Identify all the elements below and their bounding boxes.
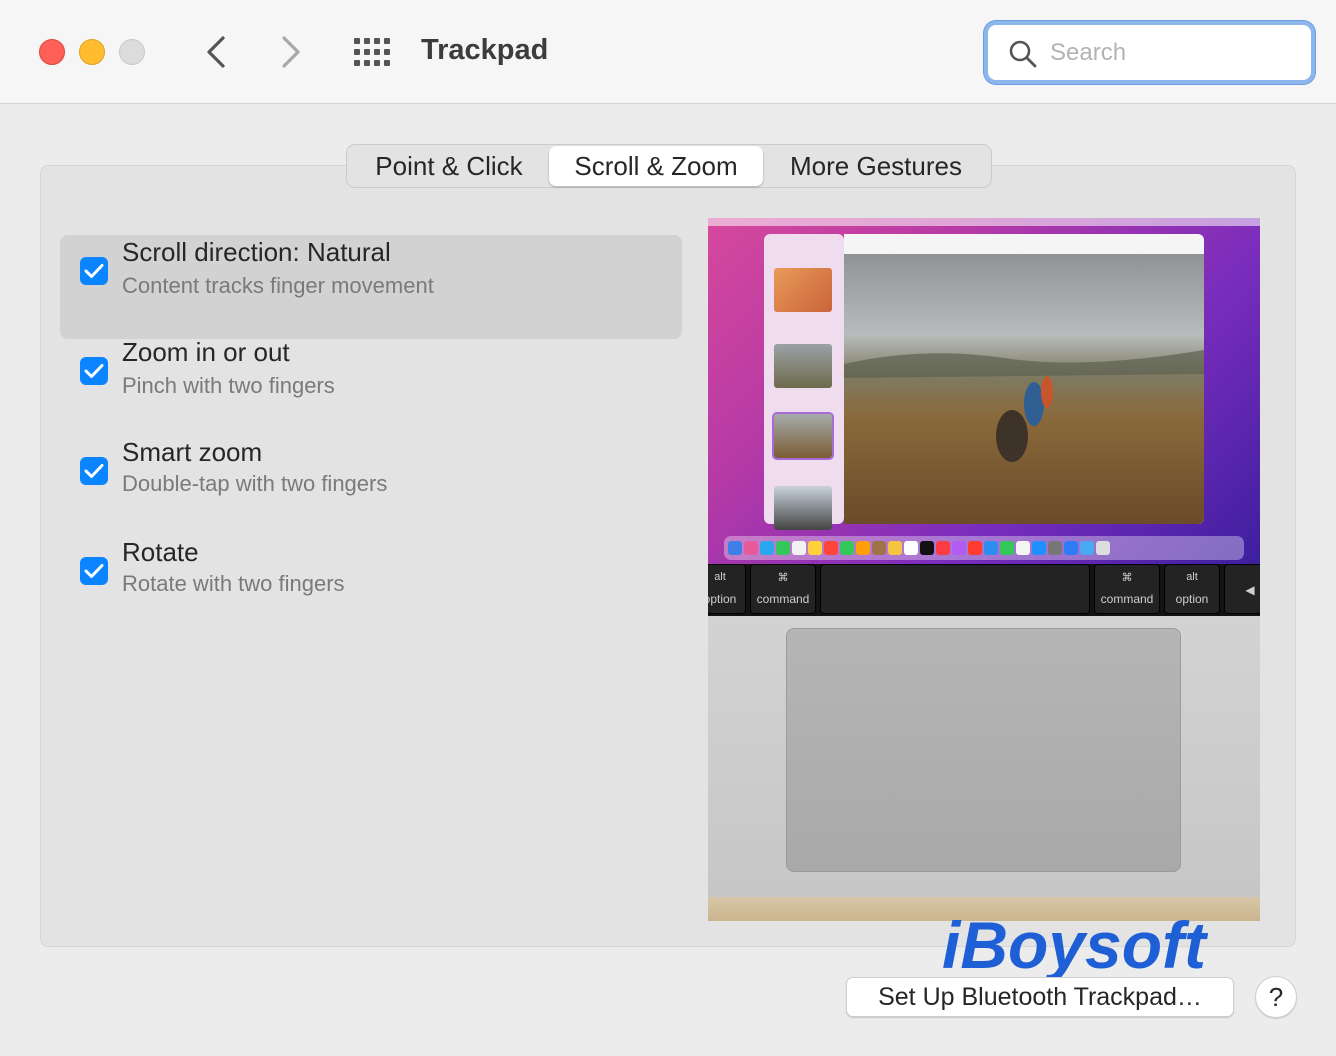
scroll-direction-checkbox[interactable] (80, 257, 108, 285)
chevron-left-icon (207, 36, 225, 68)
close-button[interactable] (39, 39, 65, 65)
preview-sidebar (764, 234, 844, 530)
forward-button[interactable] (271, 30, 311, 74)
checkmark-icon (84, 464, 104, 478)
iboysoft-watermark: iBoysoft (942, 908, 1209, 982)
key-command-left: ⌘ command (750, 564, 816, 614)
zoom-checkbox[interactable] (80, 357, 108, 385)
option-subtitle: Pinch with two fingers (122, 373, 335, 398)
minimize-button[interactable] (79, 39, 105, 65)
key-command-right: ⌘ command (1094, 564, 1160, 614)
option-title: Scroll direction: Natural (122, 237, 391, 267)
title-bar: Trackpad (0, 0, 1336, 104)
preview-keyboard: altoption ⌘command ⌘command altoption ◀ (708, 564, 1260, 616)
option-smart-zoom[interactable]: Smart zoom Double-tap with two fingers (60, 435, 682, 539)
preview-photo (844, 254, 1204, 524)
tab-scroll-zoom[interactable]: Scroll & Zoom (549, 146, 763, 186)
preview-trackpad (786, 628, 1181, 872)
key-option-right: alt option (1164, 564, 1220, 614)
option-scroll-direction[interactable]: Scroll direction: Natural Content tracks… (60, 235, 682, 339)
option-subtitle: Rotate with two fingers (122, 571, 345, 596)
preview-thumb (772, 412, 834, 460)
tab-bar: Point & Click Scroll & Zoom More Gesture… (346, 144, 992, 188)
search-field[interactable] (984, 21, 1315, 84)
key-space (820, 564, 1090, 614)
option-subtitle: Content tracks finger movement (122, 273, 434, 298)
rotate-checkbox[interactable] (80, 557, 108, 585)
watermark-text: iBoysoft (942, 908, 1209, 982)
preview-dock (724, 536, 1244, 560)
grid-icon (354, 38, 390, 66)
option-rotate[interactable]: Rotate Rotate with two fingers (60, 535, 682, 639)
zoom-button[interactable] (119, 39, 145, 65)
preview-thumb (774, 486, 832, 530)
hikers-illustration (844, 350, 1204, 462)
back-button[interactable] (196, 30, 236, 74)
show-all-button[interactable] (352, 36, 392, 68)
preview-laptop-deck (708, 616, 1260, 921)
preview-thumb (774, 268, 832, 312)
gesture-preview: altoption ⌘command ⌘command altoption ◀ (708, 218, 1260, 921)
smart-zoom-checkbox[interactable] (80, 457, 108, 485)
preview-thumb (774, 344, 832, 388)
checkmark-icon (84, 364, 104, 378)
checkmark-icon (84, 264, 104, 278)
preview-screen (708, 218, 1260, 564)
tab-point-click[interactable]: Point & Click (349, 146, 549, 186)
option-subtitle: Double-tap with two fingers (122, 471, 388, 496)
chevron-right-icon (282, 36, 300, 68)
option-title: Rotate (122, 537, 199, 567)
option-zoom[interactable]: Zoom in or out Pinch with two fingers (60, 335, 682, 439)
help-button[interactable]: ? (1255, 976, 1297, 1018)
preview-document-window (844, 234, 1204, 524)
magnifier-icon (1009, 40, 1037, 68)
key-arrow-left: ◀ (1224, 564, 1260, 614)
tab-more-gestures[interactable]: More Gestures (763, 146, 989, 186)
window-title: Trackpad (421, 34, 549, 66)
checkmark-icon (84, 564, 104, 578)
search-input[interactable] (1050, 35, 1300, 71)
preview-menubar (708, 218, 1260, 226)
option-title: Smart zoom (122, 437, 263, 467)
key-option-left: altoption (708, 564, 746, 614)
setup-bluetooth-trackpad-button[interactable]: Set Up Bluetooth Trackpad… (846, 977, 1234, 1017)
option-title: Zoom in or out (122, 337, 290, 367)
